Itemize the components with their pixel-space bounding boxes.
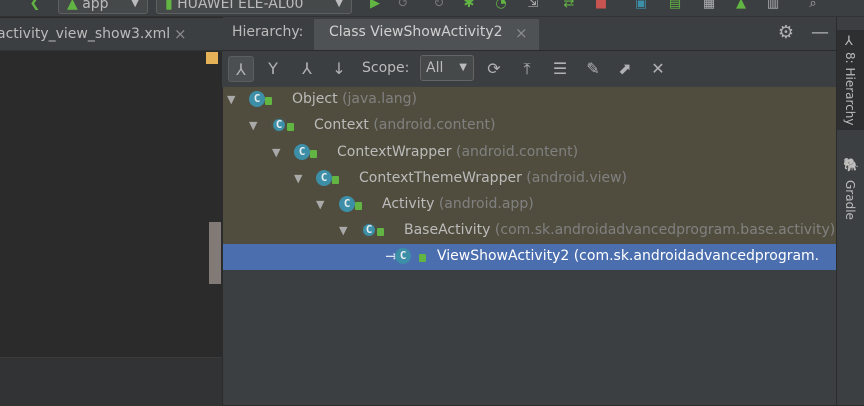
class-name: Object (java.lang) [292, 91, 417, 107]
editor-tab[interactable]: activity_view_show3.xml × [0, 18, 196, 50]
android-device-icon[interactable]: ▲ [734, 0, 748, 12]
class-icon: C [395, 248, 411, 264]
device-label: HUAWEI ELE-AL00 [177, 0, 304, 12]
class-name: ContextThemeWrapper (android.view) [359, 170, 628, 186]
class-name: Activity (android.app) [382, 196, 534, 212]
tree-row[interactable]: ▼ C Object (java.lang) [223, 87, 836, 113]
class-name: ViewShowActivity2 (com.sk.androidadvance… [437, 248, 820, 264]
supertypes-hierarchy-icon[interactable]: Y [260, 56, 286, 82]
lock-icon [310, 150, 317, 158]
class-name: ContextWrapper (android.content) [337, 144, 579, 160]
device-selector[interactable]: ▮ HUAWEI ELE-AL00 ▼ [156, 0, 352, 14]
debug-icon[interactable]: ✱ [462, 0, 476, 12]
expand-arrow-icon[interactable]: ▼ [316, 198, 328, 212]
project-structure-icon[interactable]: ▦ [702, 0, 716, 12]
expand-arrow-icon[interactable]: ▼ [272, 146, 284, 160]
main-toolbar: ❮ ▲ app ▼ ▮ HUAWEI ELE-AL00 ▼ ▶ ↺ ↻ ✱ ◔ … [0, 0, 864, 17]
abstract-class-icon: C [271, 117, 287, 133]
gradle-icon: 🐘 [843, 158, 860, 173]
module-selector[interactable]: ▲ app ▼ [58, 0, 148, 14]
class-name: Context (android.content) [314, 117, 496, 133]
pin-icon[interactable]: ✎ [580, 56, 606, 82]
sort-alphabetically-icon[interactable]: ↓ [326, 56, 352, 82]
lock-icon [355, 202, 362, 210]
editor-area [0, 17, 222, 405]
gear-icon[interactable]: ⚙ [776, 22, 796, 44]
minimize-icon[interactable]: — [810, 22, 830, 44]
class-icon: C [249, 91, 265, 107]
gradle-tool-label: Gradle [843, 180, 857, 220]
gradle-tool-tab[interactable]: 🐘 Gradle [837, 158, 864, 228]
tree-row[interactable]: ▼ C ContextWrapper (android.content) [223, 140, 836, 166]
tree-row[interactable]: ▼ C Context (android.content) [223, 113, 836, 139]
scope-value: All [426, 60, 444, 76]
hierarchy-icon: ⅄ [845, 34, 853, 49]
close-icon[interactable]: × [515, 24, 528, 42]
tree-row[interactable]: ▼ C Activity (android.app) [223, 192, 836, 218]
lock-icon [332, 176, 339, 184]
tree-row-selected[interactable]: → C ViewShowActivity2 (com.sk.androidadv… [223, 244, 836, 270]
close-icon[interactable]: × [174, 18, 187, 50]
scope-label: Scope: [362, 60, 410, 76]
layout-inspector-icon[interactable]: ▥ [766, 0, 780, 12]
hierarchy-tool-tab[interactable]: ⅄ 8: Hierarchy [837, 30, 864, 130]
panel-title: Hierarchy: [232, 24, 304, 40]
expand-all-icon[interactable]: ☰ [547, 56, 573, 82]
phone-icon: ▮ [165, 0, 178, 12]
lock-icon [287, 123, 294, 131]
editor-scrollbar[interactable] [209, 222, 221, 284]
editor-tab-label: activity_view_show3.xml [0, 26, 171, 42]
search-icon[interactable]: ⌕ [806, 0, 820, 12]
scope-select[interactable]: All ▼ [420, 55, 474, 81]
module-label: app [82, 0, 109, 12]
tree-row[interactable]: ▼ C BaseActivity (com.sk.androidadvanced… [223, 218, 836, 244]
apply-changes-icon[interactable]: ↺ [396, 0, 410, 12]
export-icon[interactable]: ⤒ [514, 56, 540, 82]
chevron-down-icon: ▼ [335, 0, 343, 9]
chevron-down-icon: ▼ [131, 0, 139, 9]
open-in-new-icon[interactable]: ⬈ [612, 56, 638, 82]
android-icon: ▲ [67, 0, 83, 12]
class-icon: C [294, 144, 310, 160]
type-hierarchy-icon[interactable]: ⅄ [228, 56, 254, 82]
lock-icon [377, 228, 384, 236]
attach-debugger-icon[interactable]: ⇲ [526, 0, 540, 12]
apply-code-changes-icon[interactable]: ↻ [432, 0, 446, 12]
subtypes-hierarchy-icon[interactable]: ⅄ [294, 56, 320, 82]
expand-arrow-icon[interactable]: ▼ [227, 93, 239, 107]
class-icon: C [339, 196, 355, 212]
expand-arrow-icon[interactable]: ▼ [339, 224, 351, 238]
refresh-icon[interactable]: ⟳ [481, 56, 507, 82]
tree-row[interactable]: ▼ C ContextThemeWrapper (android.view) [223, 166, 836, 192]
editor-bottom-area [0, 357, 222, 406]
expand-arrow-icon[interactable]: ▼ [294, 172, 306, 186]
hierarchy-tree-empty [223, 270, 836, 405]
sync-icon[interactable]: ⇄ [562, 0, 576, 12]
run-icon[interactable]: ▶ [368, 0, 382, 12]
chevron-down-icon: ▼ [459, 62, 467, 73]
stop-icon[interactable]: ■ [594, 0, 608, 12]
profile-icon[interactable]: ◔ [494, 0, 508, 12]
class-name: BaseActivity (com.sk.androidadvancedprog… [404, 222, 836, 238]
back-arrow-icon[interactable]: ❮ [28, 0, 42, 12]
abstract-class-icon: C [361, 222, 377, 238]
avd-manager-icon[interactable]: ▤ [668, 0, 682, 12]
warning-marker[interactable] [206, 52, 218, 64]
tab-class-hierarchy-label: Class ViewShowActivity2 [329, 24, 503, 40]
close-icon[interactable]: ✕ [645, 56, 671, 82]
class-icon: C [316, 170, 332, 186]
hierarchy-tool-label: 8: Hierarchy [843, 52, 857, 126]
expand-arrow-icon[interactable]: ▼ [249, 119, 261, 133]
lock-icon [419, 254, 426, 262]
lock-icon [265, 97, 272, 105]
sdk-manager-icon[interactable]: ▣ [634, 0, 648, 12]
